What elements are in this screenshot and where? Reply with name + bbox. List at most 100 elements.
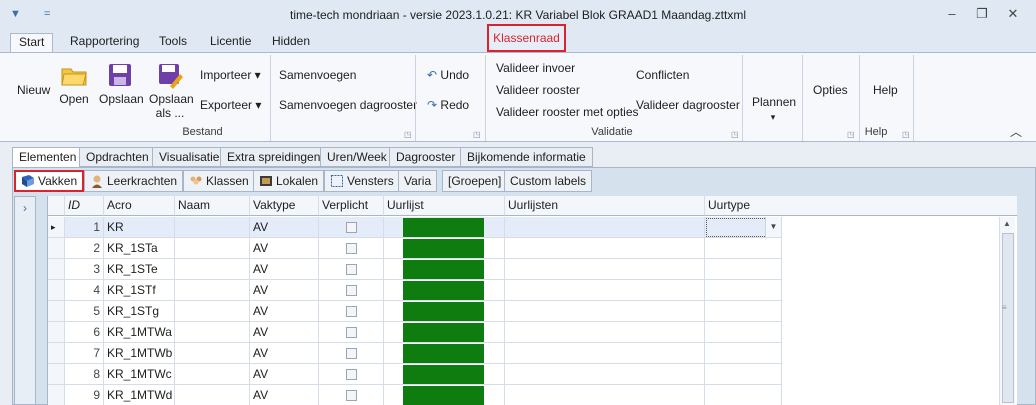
cell-vaktype[interactable]: AV bbox=[250, 238, 319, 259]
cell-uurtype[interactable] bbox=[705, 385, 782, 405]
cell-uurtype[interactable] bbox=[705, 322, 782, 343]
cell-uurtype[interactable] bbox=[705, 280, 782, 301]
subtab-leerkrachten[interactable]: Leerkrachten bbox=[84, 170, 184, 192]
cell-id[interactable]: 1 bbox=[65, 217, 104, 238]
subtab-custom-labels[interactable]: Custom labels bbox=[504, 170, 593, 192]
tab-bijkomende-informatie[interactable]: Bijkomende informatie bbox=[460, 147, 593, 167]
cell-uurlijsten[interactable] bbox=[505, 301, 705, 322]
cell-verplicht[interactable] bbox=[319, 238, 384, 259]
save-button[interactable]: Opslaan bbox=[99, 61, 144, 106]
row-header[interactable] bbox=[48, 238, 65, 259]
subtab-varia[interactable]: Varia bbox=[398, 170, 438, 192]
cell-acro[interactable]: KR_1STf bbox=[104, 280, 175, 301]
table-row[interactable]: 7 KR_1MTWb AV bbox=[48, 343, 1017, 364]
cell-uurlijsten[interactable] bbox=[505, 238, 705, 259]
cell-naam[interactable] bbox=[175, 238, 250, 259]
tab-hidden[interactable]: Hidden bbox=[264, 33, 318, 52]
cell-id[interactable]: 9 bbox=[65, 385, 104, 405]
cell-uurlijst[interactable] bbox=[384, 385, 505, 405]
column-header-vaktype[interactable]: Vaktype bbox=[250, 196, 319, 216]
validate-schedule-options-button[interactable]: Valideer rooster met opties bbox=[496, 105, 639, 119]
cell-uurlijsten[interactable] bbox=[505, 322, 705, 343]
minimize-button[interactable]: – bbox=[939, 5, 965, 25]
required-checkbox[interactable] bbox=[346, 243, 357, 254]
cell-uurlijsten[interactable] bbox=[505, 280, 705, 301]
grid-vertical-scrollbar[interactable]: ▲ ≡ bbox=[999, 217, 1015, 405]
cell-verplicht[interactable] bbox=[319, 385, 384, 405]
cell-acro[interactable]: KR bbox=[104, 217, 175, 238]
cell-acro[interactable]: KR_1MTWc bbox=[104, 364, 175, 385]
required-checkbox[interactable] bbox=[346, 306, 357, 317]
cell-naam[interactable] bbox=[175, 280, 250, 301]
cell-uurtype[interactable] bbox=[705, 364, 782, 385]
tab-visualisatie[interactable]: Visualisatie bbox=[152, 147, 227, 167]
redo-button[interactable]: ↷ Redo bbox=[427, 98, 469, 112]
cell-verplicht[interactable] bbox=[319, 301, 384, 322]
required-checkbox[interactable] bbox=[346, 264, 357, 275]
cell-id[interactable]: 6 bbox=[65, 322, 104, 343]
cell-id[interactable]: 2 bbox=[65, 238, 104, 259]
cell-naam[interactable] bbox=[175, 343, 250, 364]
dialog-launcher-icon[interactable]: ◳ bbox=[902, 130, 910, 139]
cell-naam[interactable] bbox=[175, 385, 250, 405]
cell-id[interactable]: 3 bbox=[65, 259, 104, 280]
cell-uurlijsten[interactable] bbox=[505, 385, 705, 405]
cell-uurlijst[interactable] bbox=[384, 301, 505, 322]
tab-start[interactable]: Start bbox=[10, 33, 54, 52]
row-header[interactable] bbox=[48, 280, 65, 301]
table-row[interactable]: 9 KR_1MTWd AV bbox=[48, 385, 1017, 405]
tab-extra-spreidingen[interactable]: Extra spreidingen bbox=[220, 147, 328, 167]
subtab-groepen[interactable]: [Groepen] bbox=[442, 170, 508, 192]
dialog-launcher-icon[interactable]: ◳ bbox=[404, 130, 412, 139]
cell-vaktype[interactable]: AV bbox=[250, 343, 319, 364]
cell-vaktype[interactable]: AV bbox=[250, 280, 319, 301]
cell-id[interactable]: 7 bbox=[65, 343, 104, 364]
table-row[interactable]: 2 KR_1STa AV bbox=[48, 238, 1017, 259]
table-row[interactable]: 8 KR_1MTWc AV bbox=[48, 364, 1017, 385]
cell-uurlijst[interactable] bbox=[384, 259, 505, 280]
table-row[interactable]: 3 KR_1STe AV bbox=[48, 259, 1017, 280]
open-button[interactable]: Open bbox=[58, 61, 90, 106]
validate-input-button[interactable]: Valideer invoer bbox=[496, 61, 575, 75]
new-button[interactable]: Nieuw bbox=[17, 83, 50, 97]
column-header-uurlijst[interactable]: Uurlijst bbox=[384, 196, 505, 216]
cell-uurtype[interactable] bbox=[705, 343, 782, 364]
cell-uurlijst[interactable] bbox=[384, 322, 505, 343]
cell-vaktype[interactable]: AV bbox=[250, 259, 319, 280]
cell-acro[interactable]: KR_1STe bbox=[104, 259, 175, 280]
scroll-up-icon[interactable]: ▲ bbox=[1003, 219, 1011, 228]
column-header-verplicht[interactable]: Verplicht bbox=[319, 196, 384, 216]
row-header[interactable] bbox=[48, 364, 65, 385]
collapse-ribbon-icon[interactable]: ︿ bbox=[1010, 123, 1022, 140]
cell-uurtype[interactable]: ▼ bbox=[705, 217, 782, 238]
subtab-lokalen[interactable]: Lokalen bbox=[253, 170, 325, 192]
cell-uurlijsten[interactable] bbox=[505, 217, 705, 238]
cell-vaktype[interactable]: AV bbox=[250, 217, 319, 238]
subtab-klassen[interactable]: Klassen bbox=[183, 170, 255, 192]
plan-button[interactable]: Plannen ▾ bbox=[752, 95, 796, 124]
close-button[interactable]: ✕ bbox=[1000, 5, 1026, 25]
merge-dayschedule-button[interactable]: Samenvoegen dagrooster bbox=[279, 98, 417, 112]
cell-uurlijst[interactable] bbox=[384, 343, 505, 364]
cell-id[interactable]: 4 bbox=[65, 280, 104, 301]
column-header-uurtype[interactable]: Uurtype bbox=[705, 196, 782, 216]
row-header[interactable] bbox=[48, 343, 65, 364]
dropdown-arrow-icon[interactable]: ▼ bbox=[765, 217, 781, 237]
cell-acro[interactable]: KR_1MTWb bbox=[104, 343, 175, 364]
table-row[interactable]: 6 KR_1MTWa AV bbox=[48, 322, 1017, 343]
cell-naam[interactable] bbox=[175, 301, 250, 322]
cell-id[interactable]: 5 bbox=[65, 301, 104, 322]
import-button[interactable]: Importeer ▾ bbox=[200, 68, 261, 82]
restore-button[interactable]: ❐ bbox=[969, 5, 995, 25]
expand-side-panel-button[interactable]: › bbox=[14, 196, 36, 405]
cell-uurlijsten[interactable] bbox=[505, 259, 705, 280]
cell-verplicht[interactable] bbox=[319, 343, 384, 364]
validate-schedule-button[interactable]: Valideer rooster bbox=[496, 83, 580, 97]
subtab-vakken[interactable]: Vakken bbox=[14, 170, 85, 192]
conflicts-button[interactable]: Conflicten bbox=[636, 68, 689, 82]
cell-verplicht[interactable] bbox=[319, 280, 384, 301]
cell-uurlijst[interactable] bbox=[384, 217, 505, 238]
undo-button[interactable]: ↶ Undo bbox=[427, 68, 469, 82]
cell-uurlijsten[interactable] bbox=[505, 343, 705, 364]
scrollbar-thumb[interactable] bbox=[1002, 233, 1014, 403]
